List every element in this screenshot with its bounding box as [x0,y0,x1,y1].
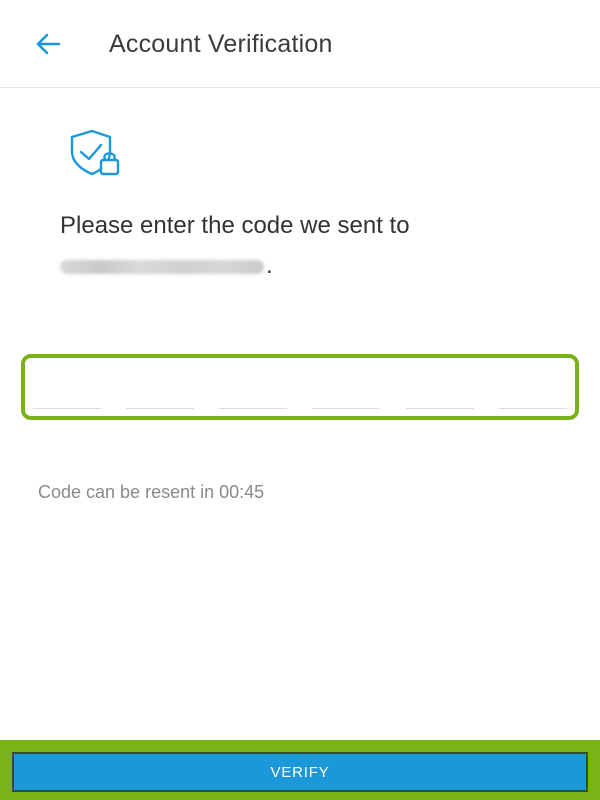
resend-countdown: Code can be resent in 00:45 [38,482,265,502]
verification-prompt: Please enter the code we sent to . [60,206,560,286]
shield-check-lock-icon [70,129,120,176]
verification-code-input[interactable] [21,354,579,420]
blurred-email-address [60,259,264,274]
back-button[interactable] [28,26,68,62]
app-header: Account Verification [0,0,600,88]
page-title: Account Verification [109,30,333,58]
arrow-left-icon [36,33,61,55]
code-digit-1[interactable] [33,408,101,409]
code-digit-6[interactable] [499,408,567,409]
verify-button[interactable]: VERIFY [12,752,588,792]
code-digit-3[interactable] [219,408,287,409]
code-digit-5[interactable] [406,408,474,409]
email-period: . [266,252,273,279]
code-digit-4[interactable] [312,408,380,409]
prompt-text: Please enter the code we sent to [60,212,410,239]
masked-email: . [60,246,560,286]
verify-button-container: VERIFY [0,740,600,800]
code-digit-2[interactable] [126,408,194,409]
